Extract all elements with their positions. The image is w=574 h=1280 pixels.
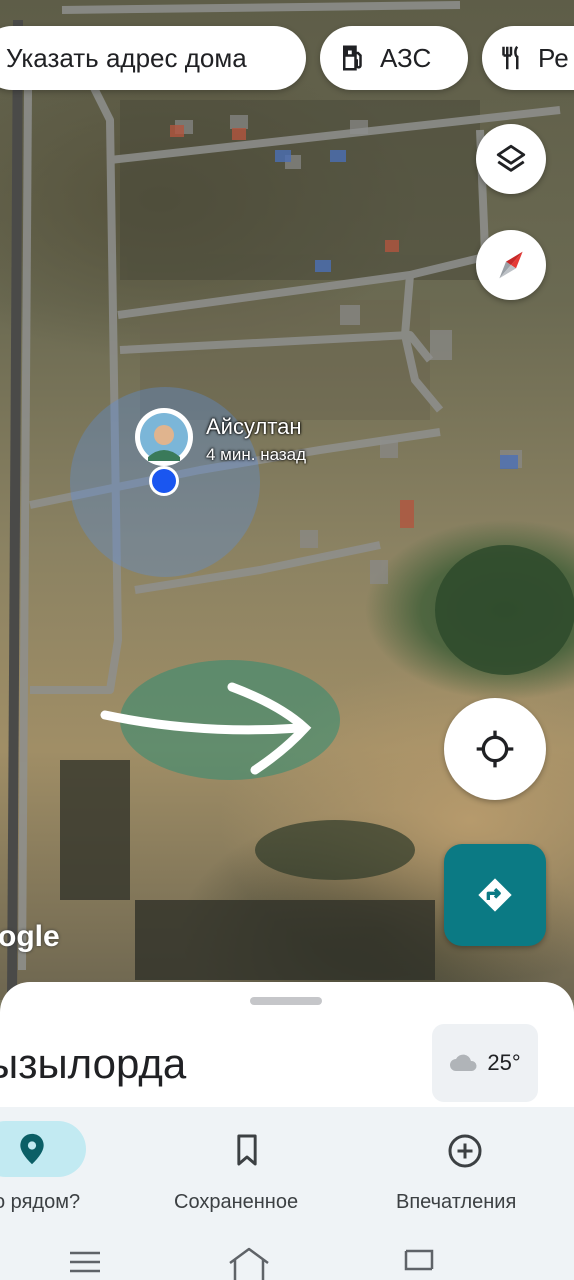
nav-explore-active-pill — [0, 1121, 86, 1177]
place-title: ызылорда — [0, 1040, 187, 1087]
google-attribution: ogle — [0, 920, 60, 953]
nav-item-saved[interactable]: Сохраненное — [165, 1107, 335, 1227]
place-sheet[interactable]: ызылорда 25° — [0, 982, 574, 1107]
nav-label-contribute: Впечатления — [396, 1191, 517, 1213]
nav-label-saved: Сохраненное — [174, 1191, 299, 1213]
layers-icon — [496, 144, 526, 172]
back-icon[interactable] — [402, 1247, 436, 1277]
compass-icon — [499, 251, 523, 279]
directions-icon — [478, 878, 512, 912]
nav-item-contribute[interactable]: Впечатления — [385, 1107, 555, 1227]
restaurant-icon — [496, 43, 526, 73]
cloud-icon — [450, 1054, 477, 1071]
nav-item-explore[interactable]: о рядом? — [0, 1107, 150, 1227]
directions-button[interactable] — [444, 844, 546, 946]
satellite-map[interactable]: Айсултан 4 мин. назад ogle Указать адрес… — [0, 0, 574, 1000]
sheet-drag-handle[interactable] — [250, 997, 322, 1005]
home-icon[interactable] — [226, 1245, 272, 1280]
gas-stations-label: АЗС — [380, 42, 432, 73]
set-home-address-label: Указать адрес дома — [6, 42, 247, 73]
weather-temperature: 25° — [487, 1050, 521, 1075]
bottom-navigation: о рядом? Сохраненное Впечатления — [0, 1107, 574, 1227]
compass-button[interactable] — [476, 230, 546, 300]
add-circle-icon — [448, 1134, 482, 1168]
restaurants-chip[interactable]: Ре — [482, 26, 574, 90]
my-location-button[interactable] — [444, 698, 546, 800]
friend-name-label: Айсултан — [206, 414, 302, 439]
layers-button[interactable] — [476, 124, 546, 194]
set-home-address-chip[interactable]: Указать адрес дома — [0, 26, 306, 90]
friend-avatar[interactable] — [132, 405, 196, 505]
crosshair-icon — [476, 730, 514, 768]
recent-apps-icon[interactable] — [68, 1249, 102, 1275]
system-navigation-bar — [0, 1227, 574, 1280]
pin-icon — [20, 1133, 44, 1165]
nav-label-explore: о рядом? — [0, 1191, 81, 1213]
weather-card[interactable]: 25° — [432, 1024, 538, 1102]
restaurants-label: Ре — [538, 42, 569, 73]
friend-last-seen-label: 4 мин. назад — [206, 445, 307, 464]
gas-station-icon — [338, 43, 368, 73]
bookmark-icon — [237, 1134, 257, 1166]
gas-stations-chip[interactable]: АЗС — [320, 26, 468, 90]
